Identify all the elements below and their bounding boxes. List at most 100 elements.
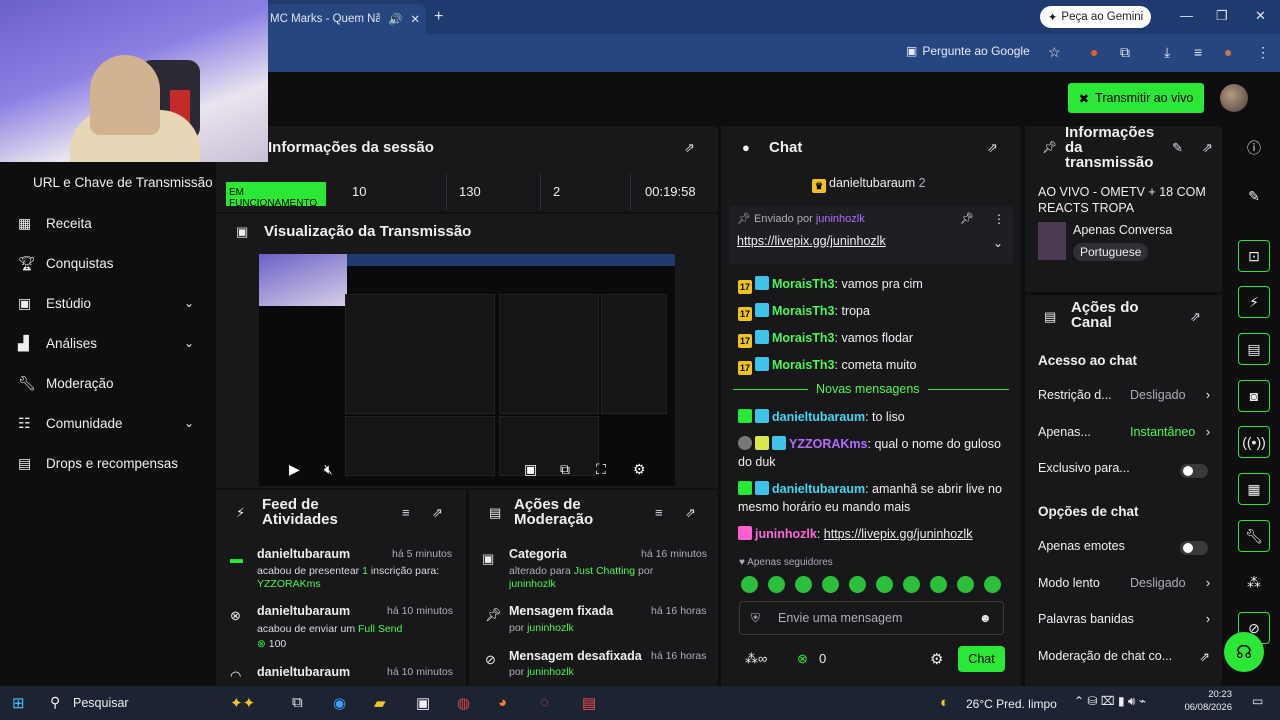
exclusive-toggle[interactable] [1180, 464, 1208, 478]
pencil-icon[interactable]: ✎ [1238, 180, 1270, 212]
theatre-icon[interactable]: ▣ [524, 461, 537, 478]
followers-mode-row[interactable]: Apenas... Instantâneo › [1038, 425, 1214, 439]
windows-start-icon[interactable]: ⊞ [12, 694, 25, 712]
tab-audio-icon[interactable]: 🔊 [388, 12, 402, 26]
notifications-icon[interactable]: ▭ [1252, 694, 1263, 708]
pinned-message[interactable]: 📌︎ Enviado por juninhozlk 📌︎ ⋮ https://l… [729, 206, 1014, 264]
gemini-button[interactable]: ✦ Peça ao Gemini [1040, 6, 1151, 28]
emote[interactable] [849, 576, 866, 593]
popout-icon[interactable]: ⇗ [432, 505, 443, 521]
explorer-icon[interactable]: ▰ [374, 694, 386, 712]
raid-icon[interactable]: ⊡ [1238, 240, 1270, 272]
extensions-puzzle-icon[interactable]: ⧉ [1120, 44, 1130, 61]
chat-input[interactable]: Envie uma mensagem [739, 601, 1004, 635]
emote[interactable] [957, 576, 974, 593]
pinned-header: 📌︎ Enviado por juninhozlk [737, 213, 865, 225]
sidebar-item-community[interactable]: ☷ Comunidade ⌄ [18, 412, 198, 434]
share-icon[interactable]: ⁂ [1238, 566, 1270, 598]
task-view-icon[interactable]: ⧉ [292, 694, 303, 711]
chat-settings-gear-icon[interactable]: ⚙ [930, 650, 943, 668]
clock[interactable]: 20:23 06/08/2026 [1176, 688, 1232, 714]
ask-google-button[interactable]: ▣ Pergunte ao Google [906, 44, 1030, 58]
chat-icon[interactable]: ◙ [1238, 380, 1270, 412]
app-icon[interactable]: ◌ [540, 694, 549, 711]
info-icon[interactable]: ⓘ [1238, 132, 1270, 164]
chevron-down-icon[interactable]: ⌄ [993, 236, 1003, 250]
bookmark-star-icon[interactable]: ☆ [1048, 44, 1061, 61]
media-icon[interactable]: ≡ [1194, 44, 1202, 60]
bolt-icon[interactable]: ⚡︎ [1238, 286, 1270, 318]
emote[interactable] [903, 576, 920, 593]
emote[interactable] [984, 576, 1001, 593]
sidebar-item-studio[interactable]: ▣ Estúdio ⌄ [18, 292, 198, 314]
emote[interactable] [795, 576, 812, 593]
copilot-icon[interactable]: ✦✦ [230, 694, 255, 712]
emotes-only-toggle[interactable] [1180, 541, 1208, 555]
go-live-button[interactable]: ✖ Transmitir ao vivo [1068, 83, 1204, 113]
weather-text[interactable]: 26°C Pred. limpo [966, 697, 1057, 711]
emote[interactable] [741, 576, 758, 593]
browser-tab[interactable]: MC Marks - Quem Não 🔊 ✕ [262, 4, 426, 34]
popout-icon[interactable]: ⇗ [987, 140, 998, 156]
stream-preview-video[interactable] [259, 254, 675, 486]
fullscreen-icon[interactable]: ⛶ [596, 461, 606, 478]
profile-icon[interactable]: ● [1224, 44, 1232, 60]
sub-badge-icon [738, 409, 752, 423]
layout-icon[interactable]: ▦ [1238, 473, 1270, 505]
emote[interactable] [822, 576, 839, 593]
send-chat-button[interactable]: Chat [958, 646, 1005, 672]
wrench-icon[interactable]: 🔧︎ [1238, 520, 1270, 552]
clip-icon[interactable]: ⧉ [560, 461, 570, 478]
mute-icon[interactable]: 🔇︎ [324, 461, 333, 478]
emote[interactable] [768, 576, 785, 593]
shield-icon[interactable]: ⛨ [751, 611, 760, 626]
tab-close-icon[interactable]: ✕ [410, 12, 420, 26]
sidebar-item-achievements[interactable]: 🏆︎ Conquistas [18, 252, 198, 274]
chrome-icon[interactable]: ◍ [457, 694, 470, 712]
slow-mode-row[interactable]: Modo lento Desligado › [1038, 576, 1214, 590]
taskbar-search-icon[interactable]: ⚲ [50, 694, 60, 711]
avatar[interactable] [1220, 84, 1248, 112]
download-icon[interactable]: ⤓ [1164, 44, 1170, 61]
clipboard-icon[interactable]: ▤ [1238, 333, 1270, 365]
filter-icon[interactable]: ≡ [402, 505, 410, 520]
play-icon[interactable]: ▶ [289, 461, 300, 478]
close-window-icon[interactable]: ✕ [1255, 8, 1266, 24]
emote[interactable] [876, 576, 893, 593]
popout-icon[interactable]: ⇗ [1190, 309, 1201, 325]
filter-icon[interactable]: ≡ [655, 505, 663, 520]
sidebar-item-analytics[interactable]: ▟ Análises ⌄ [18, 332, 198, 354]
banned-words-row[interactable]: Palavras banidas › [1038, 612, 1214, 626]
store-icon[interactable]: ▣ [416, 694, 430, 712]
support-headset-icon[interactable]: ☊ [1224, 632, 1264, 672]
app-icon[interactable]: ◕ [498, 694, 507, 711]
minimize-icon[interactable]: — [1180, 8, 1193, 23]
browser-menu-icon[interactable]: ⋮ [1256, 44, 1270, 61]
more-options-icon[interactable]: ⋮ [993, 212, 1005, 226]
sidebar-item-drops[interactable]: ▤ Drops e recompensas [18, 452, 198, 474]
extension-icon[interactable]: ● [1090, 44, 1098, 60]
new-tab-icon[interactable]: + [434, 8, 443, 26]
sidebar-item-moderation[interactable]: 🔧︎ Moderação [18, 372, 198, 394]
taskbar-search-label[interactable]: Pesquisar [73, 696, 129, 710]
sidebar-item-revenue[interactable]: ▦ Receita [18, 212, 198, 234]
settings-gear-icon[interactable]: ⚙ [633, 461, 646, 478]
mod-actions-title: Ações de Moderação [514, 496, 594, 528]
sidebar-item-url-key[interactable]: URL e Chave de Transmissão [33, 175, 216, 190]
broadcast-icon[interactable]: ((•)) [1238, 426, 1270, 458]
pin-icon[interactable]: 📌︎ [960, 212, 974, 225]
maximize-icon[interactable]: ❐ [1216, 8, 1228, 24]
tray-icons[interactable]: ⌃ ⛁ ⌧ ▮ 🔊︎ ⌁ [1074, 694, 1146, 709]
popout-icon[interactable]: ⇗ [1202, 140, 1213, 156]
restriction-row[interactable]: Restrição d... Desligado › [1038, 388, 1214, 402]
pinned-link[interactable]: https://livepix.gg/juninhozlk [737, 234, 886, 248]
edit-icon[interactable]: ✎ [1172, 140, 1183, 156]
mod-tools-icon[interactable]: ⁂∞ [745, 651, 767, 667]
popout-icon[interactable]: ⇗ [685, 505, 696, 521]
chat-moderation-row[interactable]: Moderação de chat co... ⇗ [1038, 649, 1214, 664]
edge-icon[interactable]: ◉ [333, 694, 346, 712]
app-icon[interactable]: ▤ [582, 694, 596, 712]
emoji-icon[interactable]: ☻ [979, 611, 992, 625]
emote[interactable] [930, 576, 947, 593]
popout-icon[interactable]: ⇗ [684, 140, 695, 156]
